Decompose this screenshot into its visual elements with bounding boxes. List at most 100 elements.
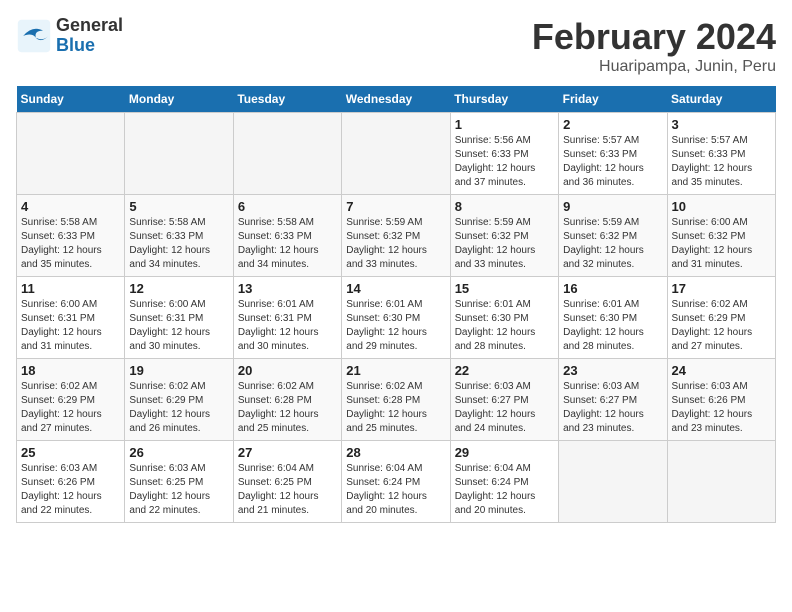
calendar-cell: 29Sunrise: 6:04 AM Sunset: 6:24 PM Dayli…	[450, 441, 558, 523]
week-row-4: 18Sunrise: 6:02 AM Sunset: 6:29 PM Dayli…	[17, 359, 776, 441]
calendar-cell: 16Sunrise: 6:01 AM Sunset: 6:30 PM Dayli…	[559, 277, 667, 359]
day-number: 7	[346, 199, 445, 214]
calendar-cell: 25 Sunrise: 6:03 AM Sunset: 6:26 PM Dayli…	[17, 441, 125, 523]
day-info: Sunrise: 6:04 AM Sunset: 6:24 PM Dayligh…	[346, 462, 445, 518]
week-row-1: 1Sunrise: 5:56 AM Sunset: 6:33 PM Daylig…	[17, 113, 776, 195]
logo-line1: General	[56, 16, 123, 36]
calendar-cell	[667, 441, 775, 523]
calendar-cell	[342, 113, 450, 195]
week-row-2: 4 Sunrise: 5:58 AM Sunset: 6:33 PM Daylig…	[17, 195, 776, 277]
day-info: Sunrise: 6:02 AM Sunset: 6:28 PM Dayligh…	[346, 380, 445, 436]
day-info: Sunrise: 5:59 AM Sunset: 6:32 PM Dayligh…	[563, 216, 662, 272]
day-info: Sunrise: 6:02 AM Sunset: 6:29 PM Dayligh…	[672, 298, 771, 354]
day-info: Sunrise: 6:02 AM Sunset: 6:29 PM Dayligh…	[21, 380, 120, 436]
day-number: 5	[129, 199, 228, 214]
calendar-cell	[559, 441, 667, 523]
day-number: 14	[346, 281, 445, 296]
calendar-cell: 7 Sunrise: 5:59 AM Sunset: 6:32 PM Daylig…	[342, 195, 450, 277]
col-header-wednesday: Wednesday	[342, 86, 450, 113]
day-number: 26	[129, 445, 228, 460]
calendar-cell: 14Sunrise: 6:01 AM Sunset: 6:30 PM Dayli…	[342, 277, 450, 359]
calendar-cell: 20 Sunrise: 6:02 AM Sunset: 6:28 PM Dayli…	[233, 359, 341, 441]
day-number: 27	[238, 445, 337, 460]
day-info: Sunrise: 5:59 AM Sunset: 6:32 PM Dayligh…	[455, 216, 554, 272]
day-info: Sunrise: 6:00 AM Sunset: 6:31 PM Dayligh…	[21, 298, 120, 354]
calendar-cell: 3 Sunrise: 5:57 AM Sunset: 6:33 PM Daylig…	[667, 113, 775, 195]
day-number: 28	[346, 445, 445, 460]
day-number: 16	[563, 281, 662, 296]
day-info: Sunrise: 6:03 AM Sunset: 6:25 PM Dayligh…	[129, 462, 228, 518]
day-number: 21	[346, 363, 445, 378]
day-info: Sunrise: 5:57 AM Sunset: 6:33 PM Dayligh…	[563, 134, 662, 190]
calendar-cell: 1Sunrise: 5:56 AM Sunset: 6:33 PM Daylig…	[450, 113, 558, 195]
logo-icon	[16, 18, 52, 54]
col-header-tuesday: Tuesday	[233, 86, 341, 113]
day-info: Sunrise: 6:04 AM Sunset: 6:25 PM Dayligh…	[238, 462, 337, 518]
day-number: 4	[21, 199, 120, 214]
calendar-cell: 26 Sunrise: 6:03 AM Sunset: 6:25 PM Dayli…	[125, 441, 233, 523]
day-number: 25	[21, 445, 120, 460]
col-header-monday: Monday	[125, 86, 233, 113]
week-row-5: 25 Sunrise: 6:03 AM Sunset: 6:26 PM Dayli…	[17, 441, 776, 523]
day-number: 12	[129, 281, 228, 296]
calendar-cell: 13 Sunrise: 6:01 AM Sunset: 6:31 PM Dayli…	[233, 277, 341, 359]
day-number: 15	[455, 281, 554, 296]
calendar-cell: 28 Sunrise: 6:04 AM Sunset: 6:24 PM Dayli…	[342, 441, 450, 523]
day-info: Sunrise: 6:00 AM Sunset: 6:31 PM Dayligh…	[129, 298, 228, 354]
day-info: Sunrise: 6:03 AM Sunset: 6:26 PM Dayligh…	[21, 462, 120, 518]
calendar-cell: 24Sunrise: 6:03 AM Sunset: 6:26 PM Dayli…	[667, 359, 775, 441]
day-info: Sunrise: 6:02 AM Sunset: 6:28 PM Dayligh…	[238, 380, 337, 436]
day-info: Sunrise: 5:57 AM Sunset: 6:33 PM Dayligh…	[672, 134, 771, 190]
col-header-sunday: Sunday	[17, 86, 125, 113]
col-header-thursday: Thursday	[450, 86, 558, 113]
calendar-cell: 9 Sunrise: 5:59 AM Sunset: 6:32 PM Daylig…	[559, 195, 667, 277]
calendar-cell: 4Sunrise: 5:58 AM Sunset: 6:33 PM Daylig…	[17, 195, 125, 277]
day-info: Sunrise: 5:59 AM Sunset: 6:32 PM Dayligh…	[346, 216, 445, 272]
day-number: 13	[238, 281, 337, 296]
calendar-cell: 21 Sunrise: 6:02 AM Sunset: 6:28 PM Dayli…	[342, 359, 450, 441]
calendar-cell: 11 Sunrise: 6:00 AM Sunset: 6:31 PM Dayli…	[17, 277, 125, 359]
calendar-cell	[125, 113, 233, 195]
calendar-cell: 5Sunrise: 5:58 AM Sunset: 6:33 PM Daylig…	[125, 195, 233, 277]
calendar-cell: 15 Sunrise: 6:01 AM Sunset: 6:30 PM Dayli…	[450, 277, 558, 359]
calendar-title: February 2024	[532, 16, 776, 58]
day-number: 22	[455, 363, 554, 378]
calendar-cell: 2Sunrise: 5:57 AM Sunset: 6:33 PM Daylig…	[559, 113, 667, 195]
day-info: Sunrise: 6:01 AM Sunset: 6:30 PM Dayligh…	[455, 298, 554, 354]
day-number: 29	[455, 445, 554, 460]
calendar-cell	[233, 113, 341, 195]
day-number: 11	[21, 281, 120, 296]
day-number: 3	[672, 117, 771, 132]
logo-line2: Blue	[56, 36, 123, 56]
title-block: February 2024 Huaripampa, Junin, Peru	[532, 16, 776, 76]
col-header-saturday: Saturday	[667, 86, 775, 113]
day-number: 8	[455, 199, 554, 214]
calendar-cell: 17 Sunrise: 6:02 AM Sunset: 6:29 PM Dayli…	[667, 277, 775, 359]
week-row-3: 11 Sunrise: 6:00 AM Sunset: 6:31 PM Dayli…	[17, 277, 776, 359]
calendar-body: 1Sunrise: 5:56 AM Sunset: 6:33 PM Daylig…	[17, 113, 776, 523]
day-number: 17	[672, 281, 771, 296]
calendar-table: SundayMondayTuesdayWednesdayThursdayFrid…	[16, 86, 776, 523]
col-header-friday: Friday	[559, 86, 667, 113]
calendar-cell: 19Sunrise: 6:02 AM Sunset: 6:29 PM Dayli…	[125, 359, 233, 441]
calendar-cell	[17, 113, 125, 195]
day-number: 19	[129, 363, 228, 378]
day-number: 1	[455, 117, 554, 132]
day-info: Sunrise: 6:03 AM Sunset: 6:27 PM Dayligh…	[563, 380, 662, 436]
day-number: 20	[238, 363, 337, 378]
day-number: 10	[672, 199, 771, 214]
day-info: Sunrise: 5:58 AM Sunset: 6:33 PM Dayligh…	[238, 216, 337, 272]
day-info: Sunrise: 6:01 AM Sunset: 6:31 PM Dayligh…	[238, 298, 337, 354]
day-number: 24	[672, 363, 771, 378]
day-info: Sunrise: 6:03 AM Sunset: 6:27 PM Dayligh…	[455, 380, 554, 436]
page-header: General Blue February 2024 Huaripampa, J…	[16, 16, 776, 76]
day-number: 9	[563, 199, 662, 214]
calendar-cell: 18Sunrise: 6:02 AM Sunset: 6:29 PM Dayli…	[17, 359, 125, 441]
day-number: 23	[563, 363, 662, 378]
calendar-subtitle: Huaripampa, Junin, Peru	[532, 58, 776, 76]
day-number: 6	[238, 199, 337, 214]
calendar-cell: 12 Sunrise: 6:00 AM Sunset: 6:31 PM Dayli…	[125, 277, 233, 359]
calendar-cell: 27 Sunrise: 6:04 AM Sunset: 6:25 PM Dayli…	[233, 441, 341, 523]
calendar-cell: 23 Sunrise: 6:03 AM Sunset: 6:27 PM Dayli…	[559, 359, 667, 441]
calendar-cell: 8 Sunrise: 5:59 AM Sunset: 6:32 PM Daylig…	[450, 195, 558, 277]
